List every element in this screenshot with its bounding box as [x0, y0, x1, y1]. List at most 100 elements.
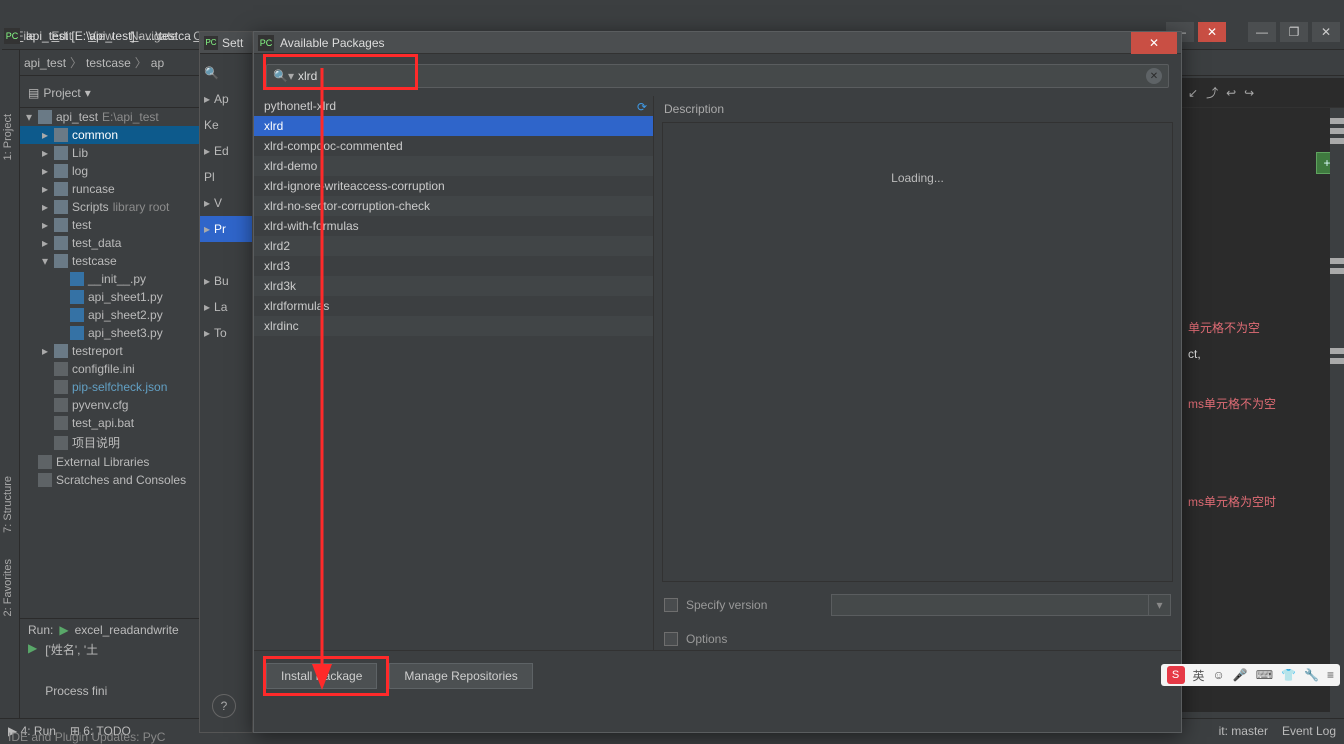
tree-node[interactable]: Scratches and Consoles — [20, 471, 202, 489]
package-list[interactable]: pythonetl-xlrdxlrdxlrd-compdoc-commented… — [254, 96, 653, 336]
ime-mic-icon[interactable]: 🎤 — [1233, 668, 1248, 682]
clear-search-icon[interactable]: ✕ — [1146, 68, 1162, 84]
manage-repositories-button[interactable]: Manage Repositories — [389, 663, 532, 689]
settings-category[interactable]: Pl — [204, 164, 248, 190]
tree-node[interactable]: api_test E:\api_test — [20, 108, 202, 126]
tree-node[interactable]: Scripts library root — [20, 198, 202, 216]
package-item[interactable]: xlrd3 — [254, 256, 653, 276]
specify-version-row[interactable]: Specify version ▾ — [664, 594, 1171, 616]
disclosure-triangle[interactable] — [42, 164, 50, 178]
play-button[interactable]: ▶ — [28, 641, 37, 655]
settings-category[interactable]: ▸La — [204, 294, 248, 320]
disclosure-triangle[interactable] — [42, 254, 50, 268]
tree-node[interactable]: pip-selfcheck.json — [20, 378, 202, 396]
tree-node[interactable]: common — [20, 126, 202, 144]
options-label: Options — [686, 632, 727, 646]
disclosure-triangle[interactable] — [42, 128, 50, 142]
disclosure-triangle[interactable] — [42, 236, 50, 250]
tree-node[interactable]: test — [20, 216, 202, 234]
tree-node[interactable]: Lib — [20, 144, 202, 162]
settings-category[interactable]: ▸Pr — [200, 216, 252, 242]
tree-node[interactable]: runcase — [20, 180, 202, 198]
version-field[interactable]: ▾ — [831, 594, 1171, 616]
settings-category[interactable]: ▸To — [204, 320, 248, 346]
breadcrumb-item[interactable]: testcase — [86, 56, 131, 70]
sogou-icon[interactable]: S — [1167, 666, 1185, 684]
file-icon — [54, 380, 68, 394]
disclosure-triangle[interactable] — [42, 218, 50, 232]
package-item[interactable]: xlrd-with-formulas — [254, 216, 653, 236]
tree-node[interactable]: test_api.bat — [20, 414, 202, 432]
checkbox[interactable] — [664, 598, 678, 612]
git-branch[interactable]: it: master — [1219, 724, 1268, 738]
disclosure-triangle[interactable] — [42, 200, 50, 214]
ime-emoji-icon[interactable]: ☺ — [1213, 668, 1225, 682]
checkbox[interactable] — [664, 632, 678, 646]
chevron-down-icon[interactable]: ▾ — [85, 86, 91, 100]
os-close-button[interactable]: ✕ — [1312, 22, 1340, 42]
package-item[interactable]: xlrdinc — [254, 316, 653, 336]
ime-lang[interactable]: 英 — [1193, 667, 1205, 684]
ime-skin-icon[interactable]: 👕 — [1281, 668, 1296, 682]
tree-node[interactable]: api_sheet1.py — [20, 288, 202, 306]
close-button[interactable]: ✕ — [1198, 22, 1226, 42]
settings-category[interactable]: Ke — [204, 112, 248, 138]
tree-node[interactable]: log — [20, 162, 202, 180]
git-push-icon[interactable]: ⤴ — [1206, 84, 1218, 101]
package-search-input[interactable] — [298, 69, 1142, 83]
options-row[interactable]: Options — [664, 628, 1171, 650]
package-item[interactable]: xlrd — [254, 116, 653, 136]
gutter-tab-structure[interactable]: 7: Structure — [0, 468, 16, 541]
settings-category[interactable]: ▸Bu — [204, 268, 248, 294]
package-item[interactable]: xlrd3k — [254, 276, 653, 296]
ime-tool-icon[interactable]: 🔧 — [1304, 668, 1319, 682]
reload-icon[interactable]: ⟳ — [637, 100, 647, 114]
settings-category[interactable] — [204, 242, 248, 268]
search-icon[interactable]: 🔍 — [204, 66, 219, 80]
tree-node[interactable]: testcase — [20, 252, 202, 270]
install-package-button[interactable]: Install Package — [266, 663, 377, 689]
settings-category[interactable]: ▸Ed — [204, 138, 248, 164]
close-button[interactable]: ✕ — [1131, 32, 1177, 54]
event-log[interactable]: Event Log — [1282, 724, 1336, 738]
package-item[interactable]: xlrd-compdoc-commented — [254, 136, 653, 156]
disclosure-triangle[interactable] — [42, 344, 50, 358]
help-button[interactable]: ? — [212, 694, 236, 718]
package-item[interactable]: xlrd-no-sector-corruption-check — [254, 196, 653, 216]
breadcrumb-item[interactable]: ap — [151, 56, 164, 70]
tree-node[interactable]: api_sheet3.py — [20, 324, 202, 342]
git-pull-icon[interactable]: ↙ — [1188, 86, 1198, 100]
package-item[interactable]: xlrdformulas — [254, 296, 653, 316]
package-item[interactable]: xlrd-ignore-writeaccess-corruption — [254, 176, 653, 196]
disclosure-triangle[interactable] — [42, 146, 50, 160]
ime-menu-icon[interactable]: ≡ — [1327, 668, 1334, 682]
tree-node[interactable]: test_data — [20, 234, 202, 252]
tree-node[interactable]: __init__.py — [20, 270, 202, 288]
tree-node[interactable]: testreport — [20, 342, 202, 360]
tree-node[interactable]: api_sheet2.py — [20, 306, 202, 324]
tree-node[interactable]: configfile.ini — [20, 360, 202, 378]
pycharm-icon: PC — [4, 28, 20, 44]
chevron-down-icon[interactable]: ▾ — [1148, 595, 1170, 615]
settings-category[interactable]: ▸Ap — [204, 86, 248, 112]
ime-keyboard-icon[interactable]: ⌨ — [1256, 668, 1273, 682]
undo-icon[interactable]: ↩ — [1226, 86, 1236, 100]
tree-node[interactable]: External Libraries — [20, 453, 202, 471]
ime-tray: S 英 ☺ 🎤 ⌨ 👕 🔧 ≡ — [1161, 664, 1340, 686]
os-restore-button[interactable]: ❐ — [1280, 22, 1308, 42]
gutter-tab-favorites[interactable]: 2: Favorites — [0, 551, 16, 624]
package-item[interactable]: pythonetl-xlrd — [254, 96, 653, 116]
tree-node[interactable]: pyvenv.cfg — [20, 396, 202, 414]
settings-category[interactable]: ▸V — [204, 190, 248, 216]
package-search-field[interactable]: 🔍▾ ✕ — [266, 64, 1169, 88]
disclosure-triangle[interactable] — [26, 110, 34, 124]
redo-icon[interactable]: ↪ — [1244, 86, 1254, 100]
tree-node[interactable]: 项目说明 — [20, 432, 202, 453]
folder-icon — [54, 236, 68, 250]
disclosure-triangle[interactable] — [42, 182, 50, 196]
gutter-tab-project[interactable]: 1: Project — [0, 106, 16, 168]
os-minimize-button[interactable]: — — [1248, 22, 1276, 42]
package-item[interactable]: xlrd-demo — [254, 156, 653, 176]
package-item[interactable]: xlrd2 — [254, 236, 653, 256]
folder-icon — [54, 344, 68, 358]
